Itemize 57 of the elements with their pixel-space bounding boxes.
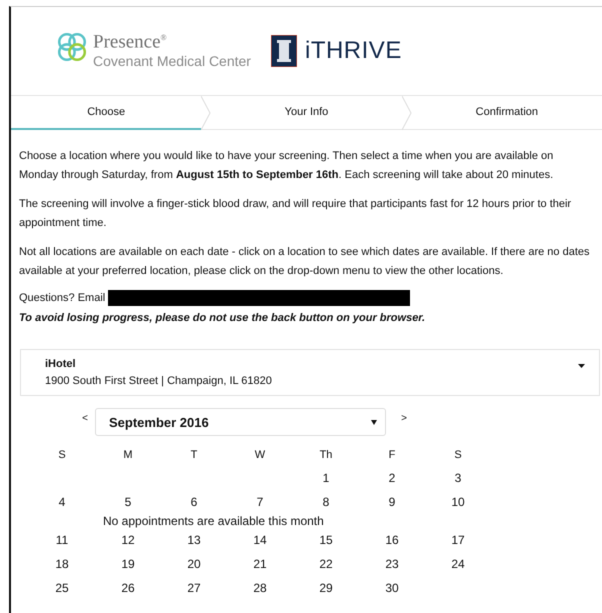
calendar-day[interactable]: 2 bbox=[388, 466, 396, 490]
calendar-day[interactable]: 23 bbox=[385, 552, 399, 576]
calendar-day[interactable]: 20 bbox=[187, 552, 201, 576]
calendar-day[interactable]: 22 bbox=[319, 552, 333, 576]
calendar-day[interactable]: 28 bbox=[253, 576, 267, 600]
warning-text: To avoid losing progress, please do not use the back button on your browser. bbox=[19, 311, 426, 326]
weekday-label: S bbox=[57, 448, 67, 463]
weekday-label: S bbox=[453, 448, 463, 463]
weekday-label: T bbox=[190, 448, 198, 463]
calendar-day[interactable]: 19 bbox=[121, 552, 135, 576]
calendar-day[interactable]: 9 bbox=[388, 490, 396, 514]
no-appointments-message: No appointments are available this month bbox=[103, 514, 324, 528]
calendar-day[interactable]: 25 bbox=[55, 576, 69, 600]
calendar-day[interactable]: 27 bbox=[187, 576, 201, 600]
paragraph: Choose a location where you would like to have your screening. Then select a time when you are available on Monday through Saturday, from August 15th to September 16th. Each screening will take about 20 minutes. bbox=[19, 149, 554, 183]
location-name: iHotel bbox=[45, 357, 77, 372]
calendar-day[interactable]: 3 bbox=[454, 466, 462, 490]
calendar-day[interactable]: 4 bbox=[58, 490, 66, 514]
calendar-day[interactable]: 15 bbox=[319, 528, 333, 552]
calendar-day[interactable]: 1 bbox=[322, 466, 330, 490]
calendar-day[interactable]: 11 bbox=[56, 528, 68, 552]
calendar-day[interactable]: 8 bbox=[322, 490, 330, 514]
paragraph: Not all locations are available on each date - click on a location to see which dates are available. If there are no dates available at your preferred location, please click on the drop-down menu to view the other locations. bbox=[19, 245, 591, 279]
calendar-day[interactable]: 30 bbox=[385, 576, 399, 600]
location-address: 1900 South First Street | Champaign, IL 61820 bbox=[45, 374, 272, 389]
calendar-day[interactable]: 5 bbox=[124, 490, 132, 514]
previous-month-button[interactable]: < bbox=[75, 412, 95, 424]
brand-name: Presence$^{®}$ bbox=[93, 30, 168, 53]
brand-name: iTHRIVE bbox=[304, 37, 402, 65]
weekday-label: W bbox=[254, 448, 266, 463]
questions-label: Questions? Email bbox=[19, 292, 106, 304]
calendar-day[interactable]: 21 bbox=[253, 552, 267, 576]
column-logo-icon bbox=[270, 35, 297, 67]
calendar-day[interactable]: 13 bbox=[187, 528, 201, 552]
calendar-day[interactable]: 7 bbox=[256, 490, 264, 514]
weekday-label: Th bbox=[318, 448, 334, 463]
calendar-day[interactable]: 17 bbox=[451, 528, 465, 552]
calendar-day[interactable]: 14 bbox=[253, 528, 267, 552]
next-month-button[interactable]: > bbox=[394, 412, 414, 424]
calendar-day[interactable]: 16 bbox=[385, 528, 399, 552]
calendar-day[interactable]: 18 bbox=[55, 552, 69, 576]
weekday-label: F bbox=[388, 448, 396, 463]
caret-icon bbox=[578, 364, 585, 368]
calendar-day[interactable]: 24 bbox=[451, 552, 465, 576]
calendar-day[interactable]: 10 bbox=[451, 490, 465, 514]
calendar-day[interactable]: 6 bbox=[190, 490, 198, 514]
calendar-day[interactable]: 12 bbox=[121, 528, 135, 552]
location-dropdown[interactable]: iHotel 1900 South First Street | Champaign, IL 61820 bbox=[20, 349, 600, 396]
weekday-label: M bbox=[122, 448, 134, 463]
calendar-day[interactable]: 26 bbox=[121, 576, 135, 600]
caret-icon bbox=[371, 419, 377, 425]
step-tab[interactable]: Confirmation bbox=[412, 96, 602, 130]
calendar-day[interactable]: 29 bbox=[319, 576, 333, 600]
paragraph: The screening will involve a finger-stick blood draw, and will require that participants fast for 12 hours prior to their appointment time. bbox=[19, 197, 572, 231]
step-tab[interactable]: Your Info bbox=[211, 96, 402, 130]
month-select[interactable]: September 2016 bbox=[95, 408, 386, 436]
brand-subtitle: Covenant Medical Center bbox=[93, 52, 251, 70]
